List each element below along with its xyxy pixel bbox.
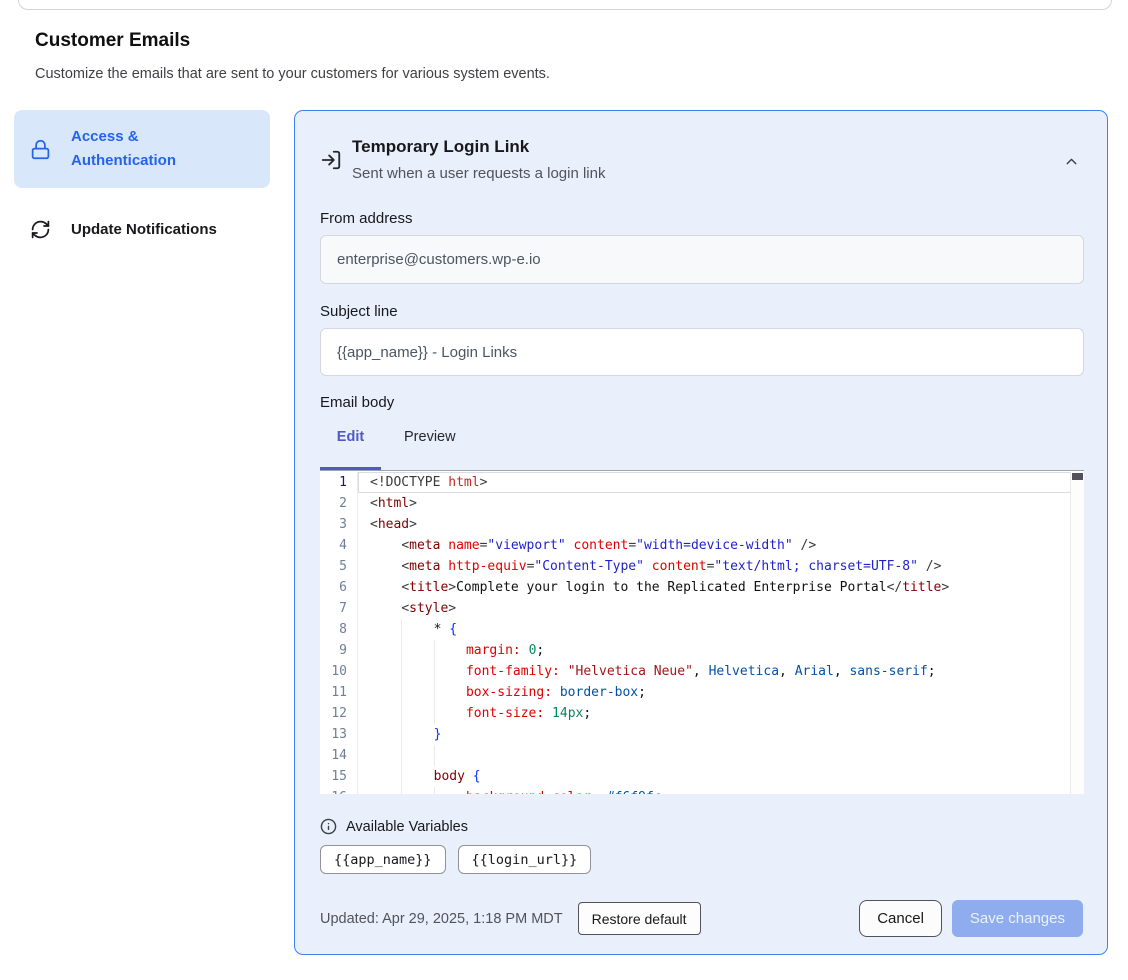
login-icon [320,149,342,171]
editor-scrollbar-thumb[interactable] [1072,473,1083,480]
panel-title: Temporary Login Link [352,137,529,157]
available-variables-header: Available Variables [320,818,468,835]
collapse-panel-button[interactable] [1059,149,1083,173]
panel-subtitle: Sent when a user requests a login link [352,165,605,182]
chevron-up-icon [1063,153,1080,170]
active-tab-underline [320,467,381,470]
page-title: Customer Emails [35,30,190,52]
panel-footer: Updated: Apr 29, 2025, 1:18 PM MDT Resto… [320,900,1083,937]
subject-line-label: Subject line [320,303,398,320]
sidebar-item-label: Update Notifications [71,221,217,238]
updated-timestamp: Updated: Apr 29, 2025, 1:18 PM MDT [320,911,563,927]
page-subtitle: Customize the emails that are sent to yo… [35,66,550,82]
sidebar-item-access-authentication[interactable]: Access & Authentication [14,110,270,188]
lock-icon [30,139,51,160]
restore-default-button[interactable]: Restore default [578,902,701,935]
subject-line-input[interactable] [320,328,1084,376]
tab-edit[interactable]: Edit [320,429,381,445]
from-address-label: From address [320,210,413,227]
email-body-editor[interactable]: 12345678910111213141516 <!DOCTYPE html><… [320,470,1084,794]
refresh-icon [30,219,51,240]
editor-gutter: 12345678910111213141516 [320,472,358,794]
email-body-label: Email body [320,394,394,411]
tab-preview[interactable]: Preview [404,429,456,445]
available-variables-label: Available Variables [346,819,468,835]
temporary-login-link-panel: Temporary Login Link Sent when a user re… [294,110,1108,955]
from-address-input[interactable] [320,235,1084,284]
editor-code[interactable]: <!DOCTYPE html><html><head> <meta name="… [359,472,1071,794]
sidebar-item-update-notifications[interactable]: Update Notifications [14,205,270,253]
cancel-button[interactable]: Cancel [859,900,942,937]
sidebar-item-label: Access & Authentication [71,125,231,173]
save-changes-button[interactable]: Save changes [952,900,1083,937]
top-toolbar-remnant [18,0,1112,10]
editor-scrollbar[interactable] [1070,472,1084,794]
email-body-tabs: Edit Preview [320,429,456,445]
variable-chips: {{app_name}} {{login_url}} [320,845,591,874]
variable-chip-app-name[interactable]: {{app_name}} [320,845,446,874]
info-icon [320,818,337,835]
variable-chip-login-url[interactable]: {{login_url}} [458,845,592,874]
